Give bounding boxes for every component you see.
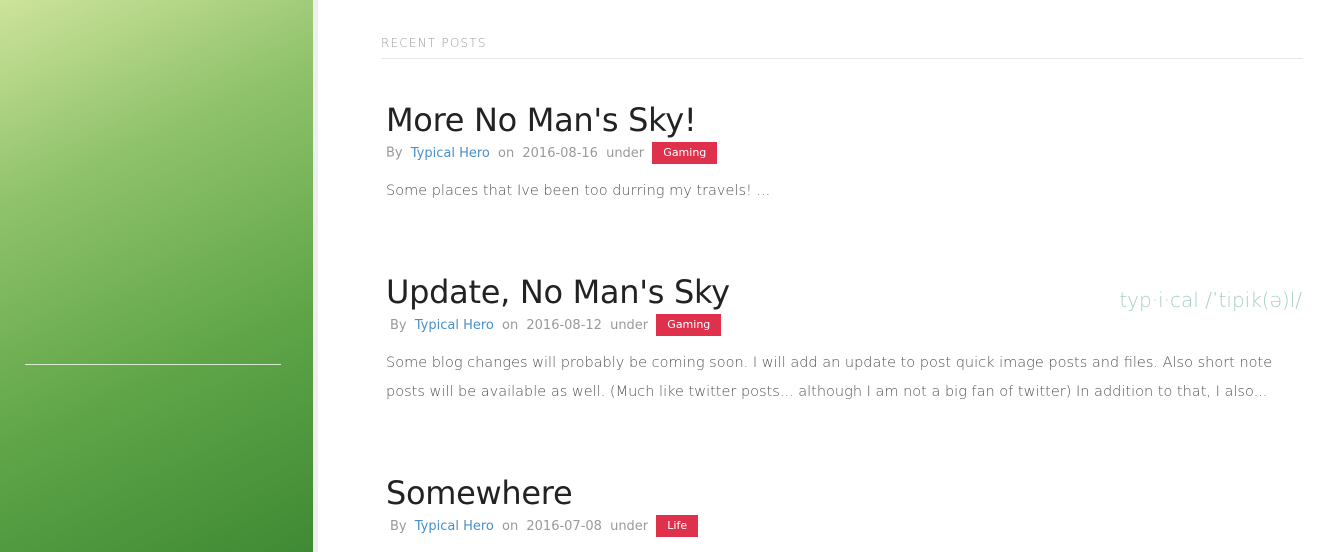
post-title[interactable]: Somewhere <box>386 473 1303 513</box>
section-divider <box>381 58 1303 59</box>
post-tag[interactable]: Gaming <box>656 314 722 336</box>
post-by-label: By <box>390 518 407 534</box>
sidebar <box>0 0 313 552</box>
post-meta: By Typical Hero on 2016-07-08 under Life <box>386 515 1303 538</box>
post-item: Update, No Man's Sky By Typical Hero on … <box>386 272 1303 407</box>
section-title: RECENT POSTS <box>381 36 487 50</box>
post-author-link[interactable]: Typical Hero <box>415 318 494 333</box>
post-author-link[interactable]: Typical Hero <box>415 519 494 534</box>
post-meta: By Typical Hero on 2016-08-12 under Gami… <box>386 314 1303 337</box>
post-title[interactable]: Update, No Man's Sky <box>386 272 1303 312</box>
post-date: 2016-08-16 <box>522 145 598 161</box>
post-on-label: on <box>498 145 515 161</box>
post-tag[interactable]: Life <box>656 515 699 537</box>
post-on-label: on <box>502 317 519 333</box>
post-meta: By Typical Hero on 2016-08-16 under Gami… <box>386 142 1303 165</box>
post-by-label: By <box>386 145 403 161</box>
post-item: Somewhere By Typical Hero on 2016-07-08 … <box>386 473 1303 538</box>
post-date: 2016-07-08 <box>526 518 602 534</box>
post-under-label: under <box>610 317 649 333</box>
post-author-link[interactable]: Typical Hero <box>411 146 490 161</box>
post-tag[interactable]: Gaming <box>652 142 718 164</box>
post-under-label: under <box>610 518 649 534</box>
sidebar-divider <box>25 364 281 365</box>
post-item: More No Man's Sky! By Typical Hero on 20… <box>386 100 1303 206</box>
post-under-label: under <box>606 145 645 161</box>
post-excerpt: Some places that Ive been too durring my… <box>386 182 771 199</box>
post-on-label: on <box>502 518 519 534</box>
post-by-label: By <box>390 317 407 333</box>
post-excerpt: Some blog changes will probably be comin… <box>386 354 1273 400</box>
post-date: 2016-08-12 <box>526 317 602 333</box>
sidebar-edge <box>313 0 318 552</box>
post-title[interactable]: More No Man's Sky! <box>386 100 1303 140</box>
